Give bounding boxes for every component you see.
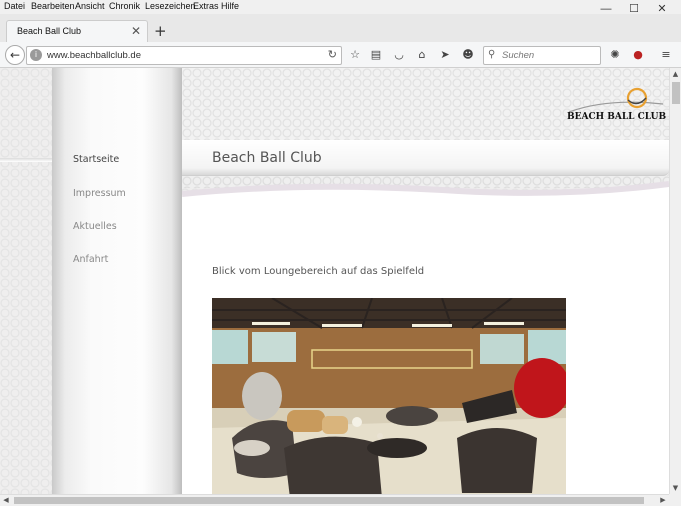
tab-beach-ball-club[interactable]: Beach Ball Club ✕ xyxy=(6,20,148,42)
wave-divider xyxy=(182,181,669,220)
vertical-scrollbar[interactable]: ▲ ▼ xyxy=(669,68,681,494)
tab-title: Beach Ball Club xyxy=(17,26,82,36)
sidebar-column xyxy=(52,68,182,494)
url-bar[interactable]: i www.beachballclub.de ↻ xyxy=(26,46,342,65)
photo-caption: Blick vom Loungebereich auf das Spielfel… xyxy=(212,266,425,277)
menu-icon[interactable]: ≡ xyxy=(659,48,673,62)
search-placeholder[interactable]: Suchen xyxy=(502,50,534,61)
logo-text: BEACH BALL CLUB xyxy=(567,112,667,122)
nav-anfahrt[interactable]: Anfahrt xyxy=(73,254,108,265)
search-bar[interactable]: ⚲ Suchen xyxy=(483,46,601,65)
scroll-right-arrow-icon[interactable]: ▶ xyxy=(657,495,669,506)
send-icon[interactable]: ➤ xyxy=(438,48,452,62)
back-button[interactable]: ← xyxy=(5,45,25,65)
url-text[interactable]: www.beachballclub.de xyxy=(47,50,141,61)
nav-impressum[interactable]: Impressum xyxy=(73,188,126,199)
horizontal-scroll-thumb[interactable] xyxy=(14,497,644,504)
menu-hilfe[interactable]: Hilfe xyxy=(221,1,239,11)
title-strip: Beach Ball Club xyxy=(182,140,669,176)
menu-bearbeiten[interactable]: Bearbeiten xyxy=(31,1,75,11)
menu-chronik[interactable]: Chronik xyxy=(109,1,140,11)
menu-datei[interactable]: Datei xyxy=(4,1,25,11)
vertical-scroll-thumb[interactable] xyxy=(672,82,680,104)
page-title: Beach Ball Club xyxy=(212,150,322,166)
nav-aktuelles[interactable]: Aktuelles xyxy=(73,221,117,232)
star-icon[interactable]: ☆ xyxy=(348,48,362,62)
club-logo[interactable]: BEACH BALL CLUB xyxy=(567,86,667,128)
tab-strip: Beach Ball Club ✕ + xyxy=(0,14,681,42)
navigation-bar: ← i www.beachballclub.de ↻ ☆ ▤ ◡ ⌂ ➤ ☻ ⚲… xyxy=(0,42,681,68)
lounge-photo xyxy=(212,298,566,494)
shield-icon[interactable]: ● xyxy=(631,48,645,62)
tab-close-icon[interactable]: ✕ xyxy=(131,24,141,38)
scroll-left-arrow-icon[interactable]: ◀ xyxy=(0,495,12,506)
scroll-up-arrow-icon[interactable]: ▲ xyxy=(670,68,681,80)
home-icon[interactable]: ⌂ xyxy=(415,48,429,62)
settings-icon[interactable]: ✺ xyxy=(608,48,622,62)
nav-startseite[interactable]: Startseite xyxy=(73,154,119,165)
smiley-icon[interactable]: ☻ xyxy=(461,48,475,62)
reload-icon[interactable]: ↻ xyxy=(328,48,337,61)
indoor-beach-court-image xyxy=(212,298,566,494)
reading-list-icon[interactable]: ▤ xyxy=(369,48,383,62)
site-info-icon[interactable]: i xyxy=(30,49,42,61)
content-area: BEACH BALL CLUB Beach Ball Club Blick vo… xyxy=(182,68,669,494)
horizontal-scrollbar[interactable]: ◀ ▶ xyxy=(0,494,669,506)
search-icon: ⚲ xyxy=(488,49,496,60)
pocket-icon[interactable]: ◡ xyxy=(392,48,406,62)
menu-lesezeichen[interactable]: Lesezeichen xyxy=(145,1,196,11)
page-viewport: Startseite Impressum Aktuelles Anfahrt B… xyxy=(0,68,669,494)
menu-ansicht[interactable]: Ansicht xyxy=(75,1,105,11)
scrollbar-corner xyxy=(669,494,681,506)
scroll-down-arrow-icon[interactable]: ▼ xyxy=(670,482,681,494)
menu-extras[interactable]: Extras xyxy=(193,1,219,11)
menu-bar: Datei Bearbeiten Ansicht Chronik Lesezei… xyxy=(0,0,681,15)
new-tab-button[interactable]: + xyxy=(154,22,167,40)
